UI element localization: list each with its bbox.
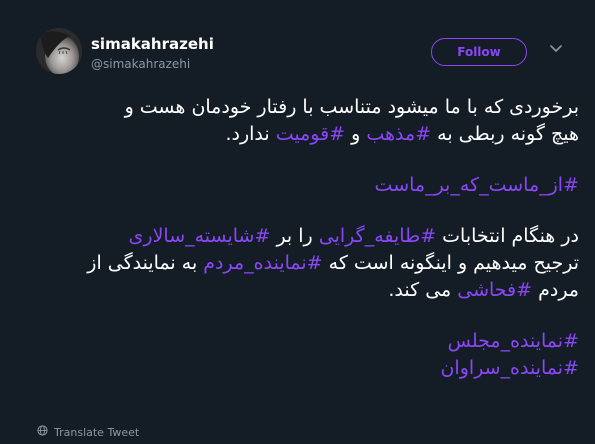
- hashtag-link[interactable]: #نماینده_سراوان: [440, 357, 579, 379]
- translate-tweet-link[interactable]: Translate Tweet: [37, 425, 139, 439]
- tweet-text-segment: ترجیح میدهیم و اینگونه است که: [322, 252, 579, 274]
- tweet-text-segment: در هنگام انتخابات: [436, 225, 579, 247]
- hashtag-link[interactable]: #قومیت: [276, 123, 345, 145]
- tweet-paragraph: برخوردی که با ما میشود متناسب با رفتار خ…: [19, 94, 579, 148]
- tweet-paragraph: #نماینده_مجلس #نماینده_سراوان: [19, 328, 579, 382]
- follow-button[interactable]: Follow: [431, 38, 527, 66]
- hashtag-link[interactable]: #مذهب: [366, 123, 431, 145]
- tweet-text-segment: به نمایندگی از: [87, 252, 204, 274]
- tweet-text-segment: هیچ گونه ربطی به: [431, 123, 579, 145]
- user-display-name[interactable]: simakahrazehi: [91, 35, 214, 53]
- tweet-text-line: برخوردی که با ما میشود متناسب با رفتار خ…: [124, 96, 579, 118]
- user-handle[interactable]: @simakahrazehi: [91, 57, 190, 71]
- tweet-text-segment: را بر: [270, 225, 319, 247]
- hashtag-link[interactable]: #فحاشی: [457, 279, 532, 301]
- translate-label: Translate Tweet: [54, 425, 140, 439]
- hashtag-link[interactable]: #نماینده_مجلس: [448, 330, 579, 352]
- hashtag-link[interactable]: #شایسته_سالاری: [129, 225, 271, 247]
- tweet-paragraph: #از_ماست_که_بر_ماست: [19, 172, 579, 199]
- hashtag-link[interactable]: #طایفه_گرایی: [319, 225, 436, 247]
- tweet-text-segment: می کند.: [388, 279, 458, 301]
- hashtag-link[interactable]: #از_ماست_که_بر_ماست: [375, 174, 579, 196]
- tweet-paragraph: در هنگام انتخابات #طایفه_گرایی را بر #شا…: [19, 223, 579, 304]
- tweet-text: برخوردی که با ما میشود متناسب با رفتار خ…: [19, 94, 579, 382]
- tweet-text-segment: ندارد.: [225, 123, 276, 145]
- avatar-image: [36, 28, 82, 74]
- tweet-text-segment: مردم: [532, 279, 579, 301]
- hashtag-link[interactable]: #نماینده_مردم: [203, 252, 322, 274]
- tweet-card: simakahrazehi @simakahrazehi Follow برخو…: [0, 0, 595, 444]
- avatar[interactable]: [36, 28, 82, 74]
- tweet-text-segment: و: [345, 123, 367, 145]
- globe-icon: [37, 425, 48, 439]
- chevron-down-icon[interactable]: [548, 41, 564, 57]
